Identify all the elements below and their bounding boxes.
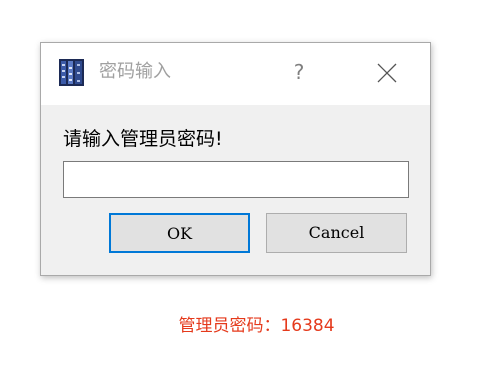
app-icon: [59, 59, 84, 86]
ok-button[interactable]: OK: [109, 213, 250, 253]
password-dialog: 密码输入 ? 请输入管理员密码! OK Cancel: [40, 42, 431, 276]
admin-password-caption: 管理员密码：16384: [178, 316, 335, 336]
help-button[interactable]: ?: [279, 57, 319, 87]
password-input[interactable]: [63, 161, 409, 198]
close-button[interactable]: [367, 57, 407, 89]
title-bar[interactable]: 密码输入 ?: [41, 43, 430, 105]
close-icon: [377, 63, 397, 83]
cancel-button[interactable]: Cancel: [266, 213, 407, 253]
prompt-label: 请输入管理员密码!: [63, 128, 223, 150]
dialog-title: 密码输入: [99, 61, 171, 82]
